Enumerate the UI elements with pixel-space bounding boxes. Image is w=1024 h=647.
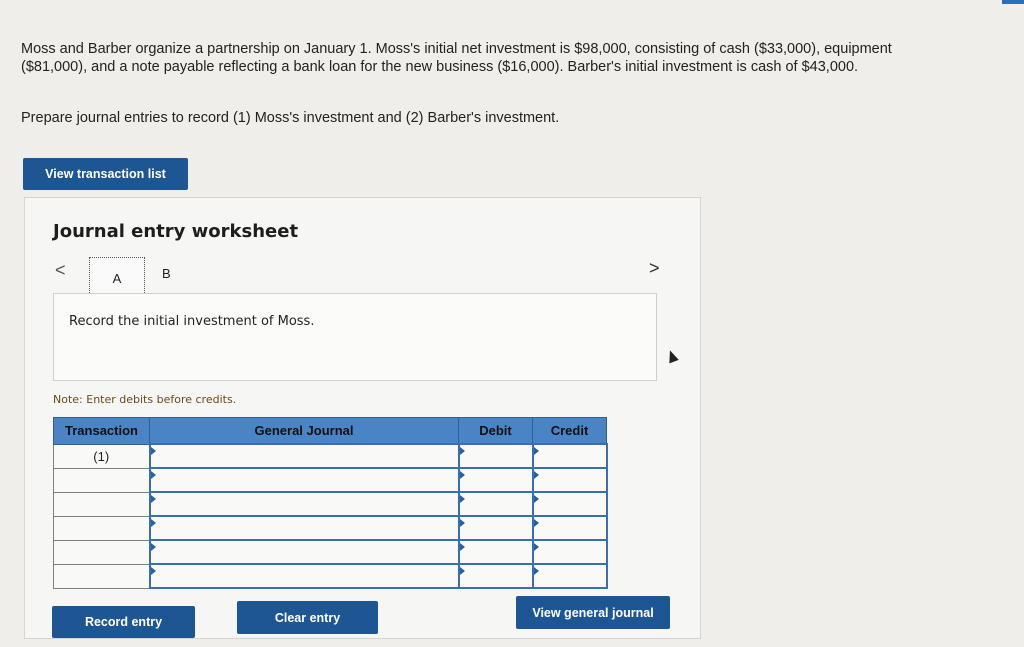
credit-input[interactable] [531,539,608,565]
account-input[interactable] [148,491,460,517]
account-input[interactable] [148,515,460,541]
debit-input[interactable] [457,491,534,517]
table-row [53,491,608,517]
clear-entry-button[interactable]: Clear entry [237,601,378,634]
top-accent-bar [1002,0,1024,4]
tab-a-label: A [112,270,122,286]
credit-input[interactable] [531,443,608,469]
debit-input[interactable] [457,467,534,493]
table-row [53,563,608,589]
header-general-journal: General Journal [149,417,459,445]
account-input[interactable] [148,443,460,469]
transaction-cell: (1) [53,443,150,469]
transaction-cell [53,467,150,493]
debit-input[interactable] [457,563,534,589]
account-input[interactable] [148,563,460,589]
debit-input[interactable] [457,515,534,541]
account-input[interactable] [148,467,460,493]
problem-statement: Moss and Barber organize a partnership o… [21,41,892,75]
table-row [53,467,608,493]
credit-input[interactable] [531,563,608,589]
worksheet-title: Journal entry worksheet [53,221,299,242]
instruction-box: Record the initial investment of Moss. [53,293,657,381]
chevron-right-icon[interactable]: > [649,258,660,279]
view-general-journal-button[interactable]: View general journal [516,596,670,629]
transaction-cell [53,563,150,589]
table-row [53,539,608,565]
header-debit: Debit [458,417,533,445]
view-transaction-list-button[interactable]: View transaction list [23,158,188,190]
chevron-left-icon[interactable]: < [55,260,66,281]
record-entry-button[interactable]: Record entry [52,606,195,638]
transaction-cell [53,539,150,565]
transaction-cell [53,491,150,517]
credit-input[interactable] [531,467,608,493]
header-transaction: Transaction [53,417,150,445]
account-input[interactable] [148,539,460,565]
transaction-cell [53,515,150,541]
table-row: (1) [53,443,608,469]
header-credit: Credit [532,417,607,445]
tab-b[interactable]: B [162,266,171,281]
credit-input[interactable] [531,515,608,541]
journal-entry-worksheet: Journal entry worksheet < A B > Record t… [24,197,701,639]
note-text: Note: Enter debits before credits. [53,393,237,406]
instruction-text: Record the initial investment of Moss. [69,314,315,329]
debit-input[interactable] [457,443,534,469]
table-row [53,515,608,541]
debit-input[interactable] [457,539,534,565]
credit-input[interactable] [531,491,608,517]
journal-table: Transaction General Journal Debit Credit… [53,417,608,589]
problem-prompt: Prepare journal entries to record (1) Mo… [21,110,560,126]
